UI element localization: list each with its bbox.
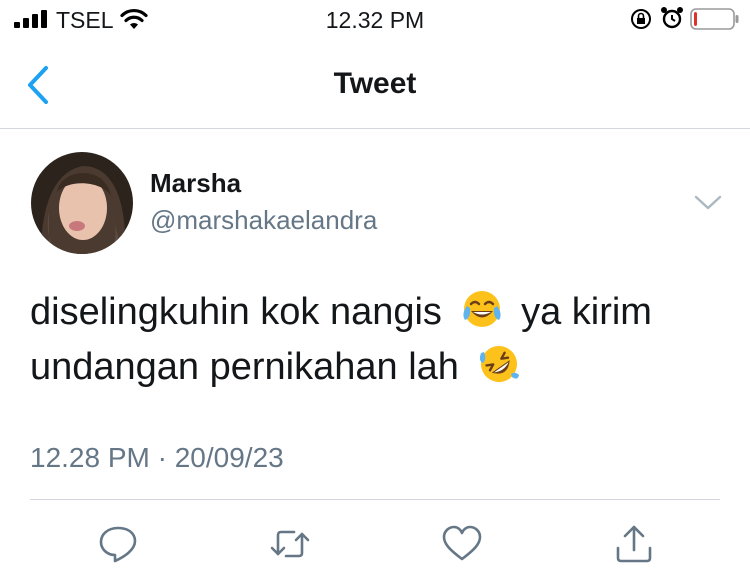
- like-icon[interactable]: [440, 522, 484, 566]
- tears-of-joy-emoji: [462, 291, 501, 327]
- battery-icon: [690, 8, 739, 30]
- share-icon[interactable]: [612, 522, 656, 566]
- alarm-icon: [661, 7, 683, 29]
- divider: [30, 499, 720, 500]
- chevron-down-icon[interactable]: [692, 192, 724, 214]
- orientation-lock-icon: [631, 9, 651, 29]
- author-name[interactable]: Marsha: [150, 168, 241, 199]
- retweet-icon[interactable]: [268, 522, 312, 566]
- navigation-bar: Tweet: [0, 42, 750, 129]
- tweet-timestamp: 12.28 PM · 20/09/23: [30, 442, 284, 473]
- rolling-on-floor-laughing-emoji: [479, 346, 519, 382]
- reply-icon[interactable]: [96, 522, 140, 566]
- status-bar: TSEL 12.32 PM: [0, 0, 750, 42]
- tweet-text: diselingkuhin kok nangis ya kirim undang…: [30, 285, 720, 395]
- avatar-photo: [31, 152, 133, 254]
- author-handle[interactable]: @marshakaelandra: [150, 205, 377, 236]
- page-title: Tweet: [333, 67, 417, 100]
- tweet-text-part1: diselingkuhin kok nangis: [30, 291, 442, 333]
- avatar[interactable]: [31, 152, 133, 254]
